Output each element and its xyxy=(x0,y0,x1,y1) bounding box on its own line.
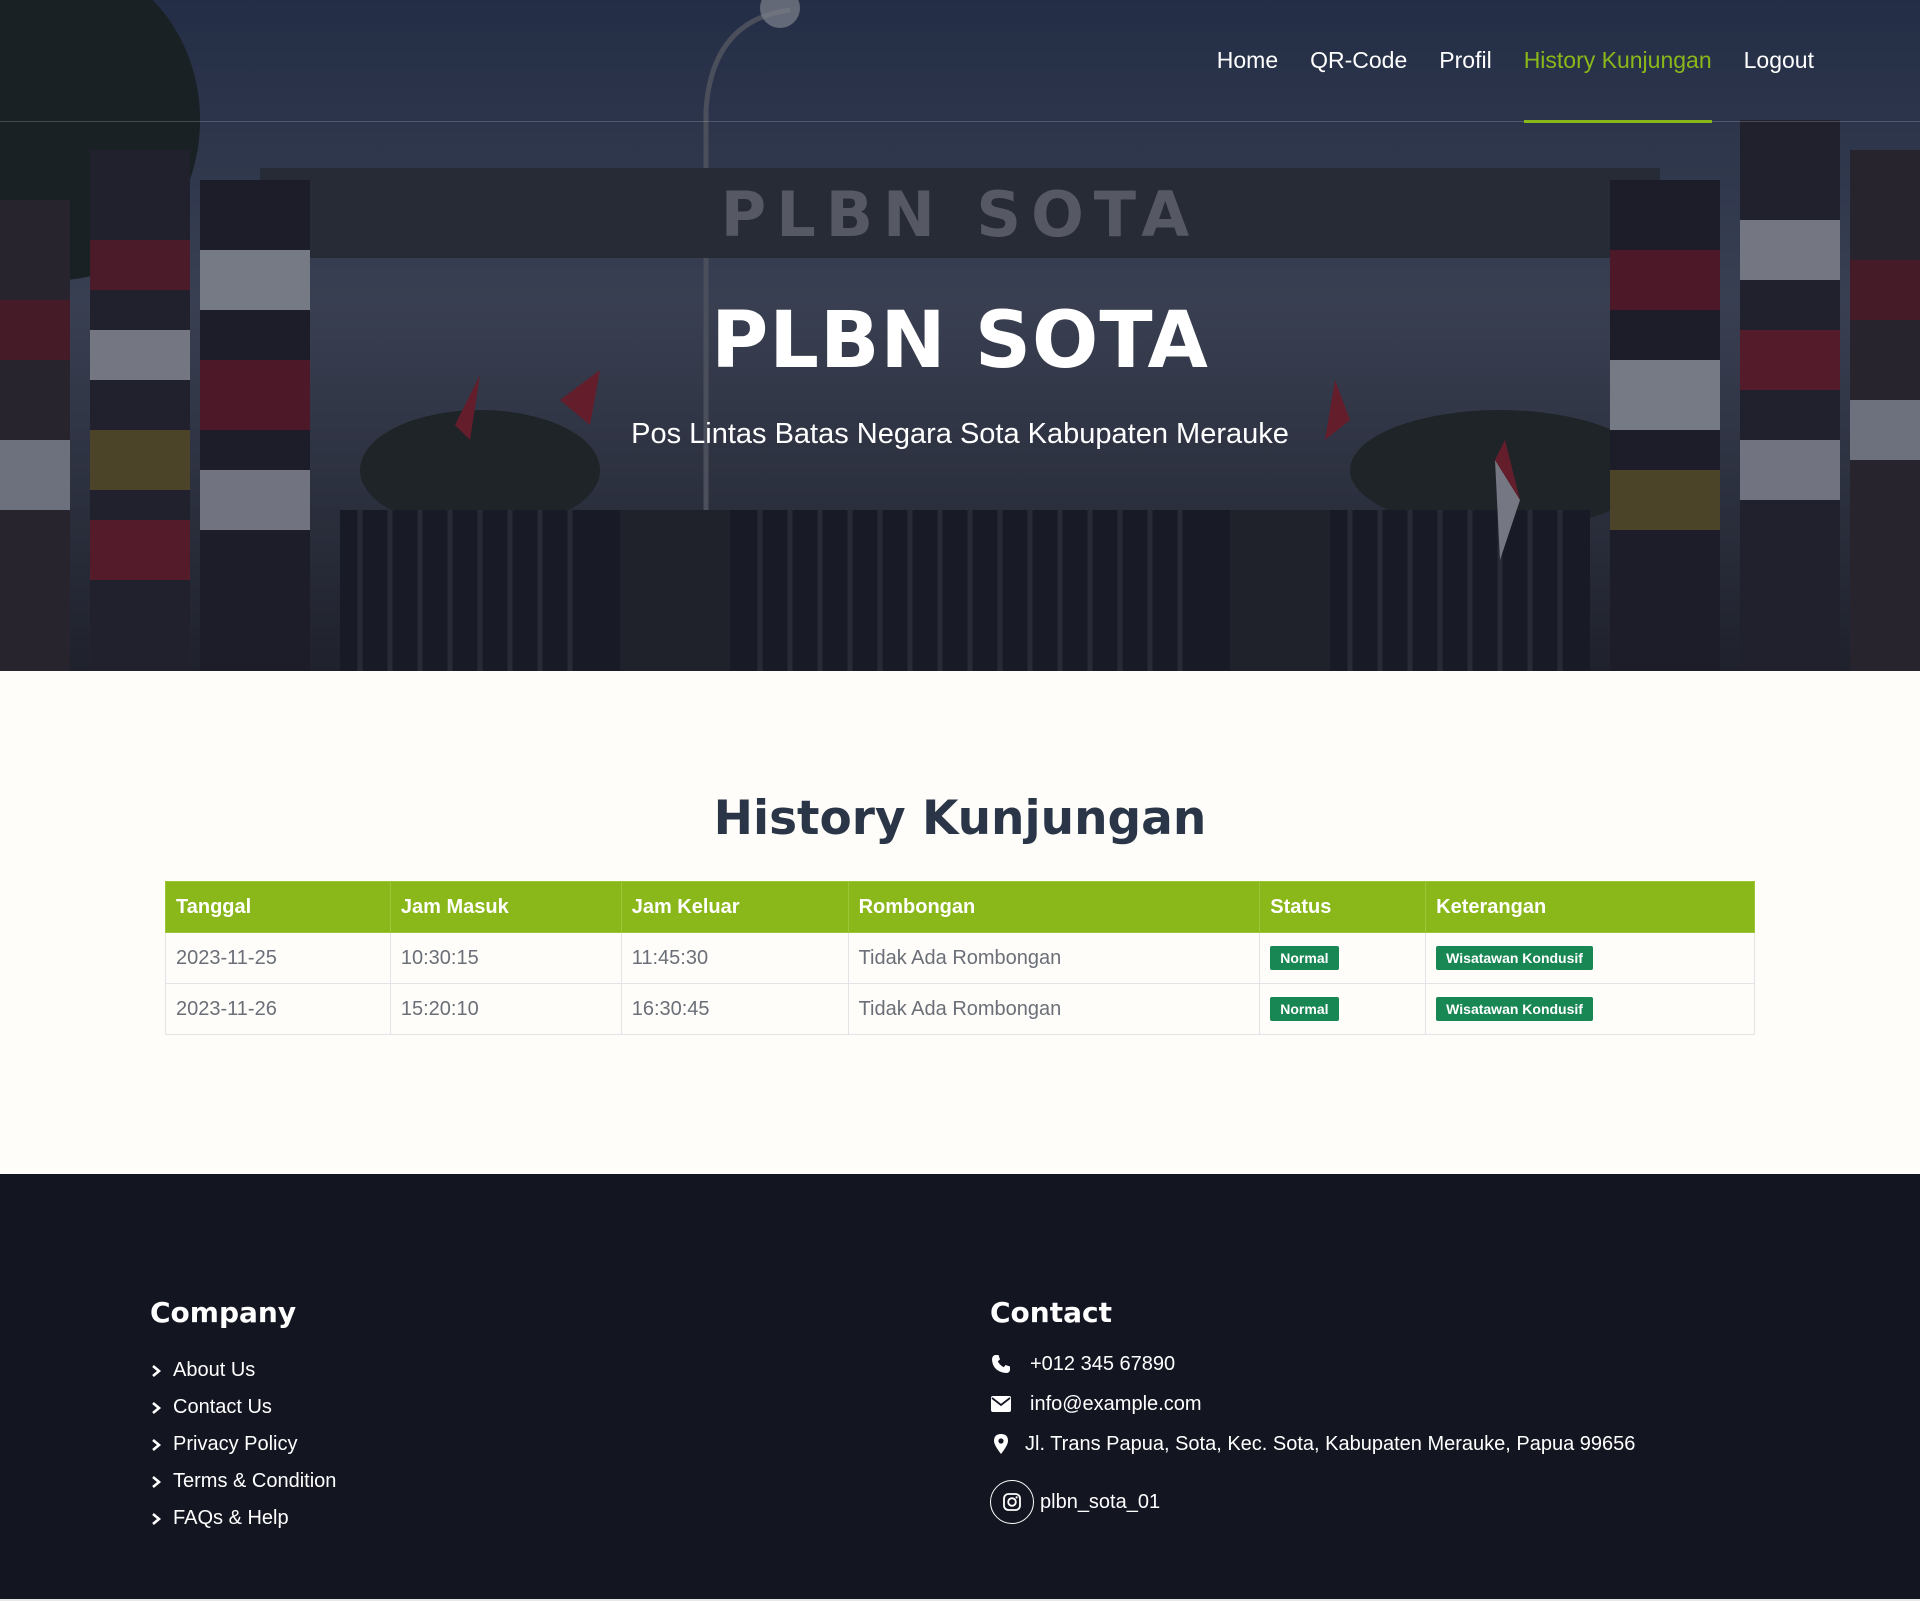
contact-address-text: Jl. Trans Papua, Sota, Kec. Sota, Kabupa… xyxy=(1025,1432,1636,1455)
instagram-link[interactable]: plbn_sota_01 xyxy=(990,1480,1160,1524)
chevron-right-icon xyxy=(152,1438,162,1451)
footer-link-label: About Us xyxy=(173,1359,256,1381)
footer-link-label: FAQs & Help xyxy=(173,1507,289,1529)
column-header-status: Status xyxy=(1259,881,1427,933)
instagram-handle: plbn_sota_01 xyxy=(1040,1490,1161,1513)
cell-tanggal: 2023-11-26 xyxy=(165,983,391,1035)
cell-jam-masuk: 10:30:15 xyxy=(389,932,622,984)
column-header-rombongan: Rombongan xyxy=(847,881,1261,933)
footer: Company About Us Contact Us Privacy Poli… xyxy=(0,1174,1920,1601)
footer-link-faqs-help[interactable]: FAQs & Help xyxy=(150,1500,336,1537)
keterangan-badge: Wisatawan Kondusif xyxy=(1436,946,1593,970)
nav-menu: Home QR-Code Profil History Kunjungan Lo… xyxy=(1201,0,1830,123)
footer-link-label: Privacy Policy xyxy=(173,1433,298,1455)
footer-contact-list: +012 345 67890 info@example.com Jl. Tran… xyxy=(990,1344,1635,1464)
footer-contact-heading: Contact xyxy=(990,1296,1112,1329)
contact-phone-text: +012 345 67890 xyxy=(1030,1352,1176,1375)
status-badge: Normal xyxy=(1270,946,1339,970)
top-navbar: Home QR-Code Profil History Kunjungan Lo… xyxy=(0,0,1920,123)
cell-jam-masuk: 15:20:10 xyxy=(389,983,622,1035)
cell-keterangan: Wisatawan Kondusif xyxy=(1425,932,1755,984)
column-header-keterangan: Keterangan xyxy=(1425,881,1755,933)
nav-item-logout[interactable]: Logout xyxy=(1728,0,1830,122)
footer-company-links: About Us Contact Us Privacy Policy Terms… xyxy=(150,1352,336,1537)
column-header-jam-keluar: Jam Keluar xyxy=(620,881,849,933)
chevron-right-icon xyxy=(152,1475,162,1488)
map-marker-icon xyxy=(990,1433,1012,1455)
nav-item-profil[interactable]: Profil xyxy=(1423,0,1507,122)
chevron-right-icon xyxy=(152,1401,162,1414)
cell-tanggal: 2023-11-25 xyxy=(165,932,391,984)
hero-title: PLBN SOTA xyxy=(711,296,1209,386)
status-badge: Normal xyxy=(1270,997,1339,1021)
footer-link-about-us[interactable]: About Us xyxy=(150,1352,336,1389)
cell-status: Normal xyxy=(1259,983,1427,1035)
chevron-right-icon xyxy=(152,1512,162,1525)
table-header-row: Tanggal Jam Masuk Jam Keluar Rombongan S… xyxy=(165,881,1755,933)
contact-email-text: info@example.com xyxy=(1030,1392,1202,1415)
cell-rombongan: Tidak Ada Rombongan xyxy=(847,983,1261,1035)
table-row: 2023-11-25 10:30:15 11:45:30 Tidak Ada R… xyxy=(165,932,1755,984)
hero-section: PLBN SOTA Home QR-Code Profil History Ku… xyxy=(0,0,1920,671)
footer-link-label: Terms & Condition xyxy=(173,1470,337,1492)
footer-link-label: Contact Us xyxy=(173,1396,272,1418)
history-table: Tanggal Jam Masuk Jam Keluar Rombongan S… xyxy=(165,881,1755,1035)
history-section: History Kunjungan Tanggal Jam Masuk Jam … xyxy=(0,671,1920,1174)
cell-status: Normal xyxy=(1259,932,1427,984)
column-header-tanggal: Tanggal xyxy=(165,881,391,933)
chevron-right-icon xyxy=(152,1364,162,1377)
cell-jam-keluar: 11:45:30 xyxy=(620,932,849,984)
contact-phone: +012 345 67890 xyxy=(990,1344,1635,1384)
nav-item-home[interactable]: Home xyxy=(1201,0,1294,122)
history-title: History Kunjungan xyxy=(713,791,1207,846)
hero-subtitle: Pos Lintas Batas Negara Sota Kabupaten M… xyxy=(631,418,1289,450)
column-header-jam-masuk: Jam Masuk xyxy=(389,881,622,933)
footer-company-heading: Company xyxy=(150,1296,297,1329)
envelope-icon xyxy=(990,1393,1012,1415)
footer-link-terms-condition[interactable]: Terms & Condition xyxy=(150,1463,336,1500)
cell-keterangan: Wisatawan Kondusif xyxy=(1425,983,1755,1035)
contact-email: info@example.com xyxy=(990,1384,1635,1424)
table-row: 2023-11-26 15:20:10 16:30:45 Tidak Ada R… xyxy=(165,983,1755,1035)
footer-link-privacy-policy[interactable]: Privacy Policy xyxy=(150,1426,336,1463)
nav-item-history-kunjungan[interactable]: History Kunjungan xyxy=(1508,0,1728,123)
keterangan-badge: Wisatawan Kondusif xyxy=(1436,997,1593,1021)
cell-rombongan: Tidak Ada Rombongan xyxy=(847,932,1261,984)
cell-jam-keluar: 16:30:45 xyxy=(620,983,849,1035)
phone-icon xyxy=(990,1353,1012,1375)
footer-link-contact-us[interactable]: Contact Us xyxy=(150,1389,336,1426)
contact-address: Jl. Trans Papua, Sota, Kec. Sota, Kabupa… xyxy=(990,1424,1635,1464)
nav-item-qr-code[interactable]: QR-Code xyxy=(1294,0,1423,122)
instagram-icon xyxy=(990,1480,1034,1524)
